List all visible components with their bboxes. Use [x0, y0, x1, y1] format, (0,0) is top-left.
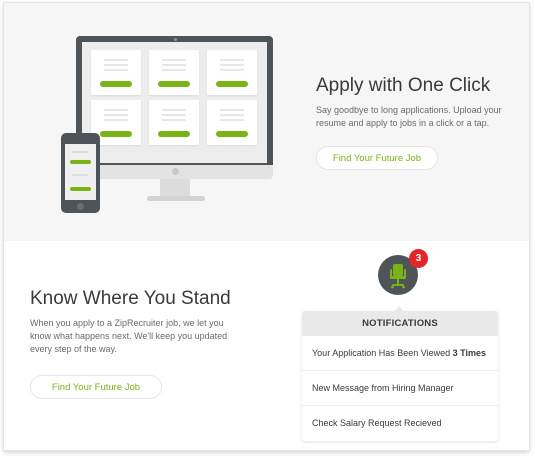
notifications-header: NOTIFICATIONS	[302, 311, 498, 336]
monitor-camera	[174, 38, 177, 41]
job-card	[149, 100, 199, 145]
phone-text-line	[72, 151, 88, 153]
phone-apply-pill	[70, 187, 91, 191]
monitor-base	[147, 196, 205, 201]
job-card	[149, 50, 199, 95]
notification-text: Check Salary Request Recieved	[312, 418, 442, 428]
notification-item-viewed[interactable]: Your Application Has Been Viewed 3 Times	[302, 336, 498, 371]
notification-text: Your Application Has Been Viewed	[312, 348, 453, 358]
job-card	[91, 50, 141, 95]
notification-text: New Message from Hiring Manager	[312, 383, 454, 393]
phone-home-button	[77, 203, 84, 210]
job-card	[207, 50, 257, 95]
notification-count-badge: 3	[409, 249, 428, 268]
know-find-job-button[interactable]: Find Your Future Job	[30, 375, 162, 399]
notification-item-salary[interactable]: Check Salary Request Recieved	[302, 406, 498, 440]
apply-title: Apply with One Click	[316, 75, 491, 96]
apply-description: Say goodbye to long applications. Upload…	[316, 105, 502, 128]
page-frame: Apply with One Click Say goodbye to long…	[4, 3, 529, 450]
know-title: Know Where You Stand	[30, 288, 231, 309]
phone-apply-pill	[70, 160, 91, 164]
notifications-panel: NOTIFICATIONS Your Application Has Been …	[302, 311, 498, 441]
phone-text-line	[72, 174, 88, 176]
know-description: When you apply to a ZipRecruiter job, we…	[30, 318, 228, 354]
notification-item-message[interactable]: New Message from Hiring Manager	[302, 371, 498, 406]
monitor-logo	[172, 168, 179, 175]
apply-find-job-button[interactable]: Find Your Future Job	[316, 146, 438, 170]
notification-emphasis: 3 Times	[452, 348, 486, 358]
job-card	[207, 100, 257, 145]
